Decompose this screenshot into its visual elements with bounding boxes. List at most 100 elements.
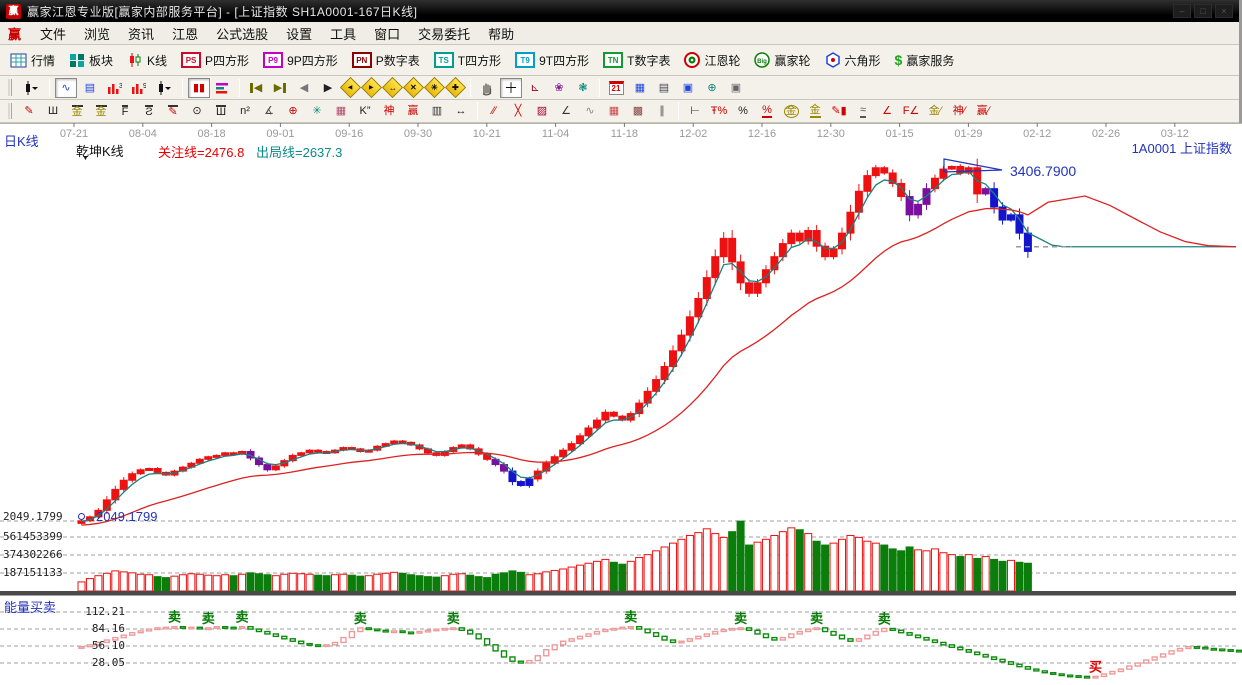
mini-chart-3-button[interactable]: 3 — [103, 78, 125, 98]
gold-comb2-tool-button[interactable]: 金 — [90, 101, 112, 121]
winner-service-button[interactable]: $ 赢家服务 — [889, 49, 961, 72]
ruler123-tool-button[interactable]: ▥ — [426, 101, 448, 121]
angle-tool-button[interactable]: ⊾ — [524, 78, 546, 98]
pattern-tool-button[interactable]: ▮▮ — [188, 77, 210, 98]
gann-flower-tool-button[interactable]: ❀ — [548, 78, 570, 98]
pen-comb-tool-button[interactable]: ✎ — [162, 101, 184, 121]
date-label: 01-29 — [954, 128, 983, 140]
calculator-button[interactable]: ▦ — [629, 78, 651, 98]
sectors-button[interactable]: 板块 — [63, 49, 119, 72]
9p-square-button[interactable]: P9 9P四方形 — [257, 49, 344, 72]
comb-plain-tool-button[interactable]: Ш — [210, 101, 232, 121]
scroll-right-diamond-button[interactable]: ▸ — [360, 76, 383, 99]
shen-angle-tool-button[interactable]: 神∕ — [948, 101, 970, 121]
gold-circle-tool-button[interactable]: 金 — [780, 101, 802, 121]
mini-chart-9-button[interactable]: 9 — [127, 78, 149, 98]
gold-line-tool-button[interactable]: 金 — [804, 101, 826, 121]
expand-diamond-button[interactable]: ✕ — [402, 76, 425, 99]
span-arrows-tool-button[interactable]: ↔ — [450, 101, 472, 121]
next-bar-button-button[interactable]: ▶ — [317, 78, 339, 98]
remote-pc-button[interactable]: ▣ — [725, 78, 747, 98]
percent-tool-button[interactable]: % — [732, 101, 754, 121]
grid-red-tool-button[interactable]: ▦ — [603, 101, 625, 121]
x-pattern-tool-button[interactable]: ╳ — [507, 101, 529, 121]
hexagon-button[interactable]: 六角形 — [819, 49, 887, 72]
menu-item-9[interactable]: 帮助 — [479, 22, 523, 45]
period-label[interactable]: 日K线 — [4, 131, 39, 150]
first-bar-button-button[interactable]: ◀ — [245, 78, 267, 98]
maximize-button[interactable]: □ — [1194, 4, 1212, 18]
close-button[interactable]: × — [1215, 4, 1233, 18]
menu-item-7[interactable]: 窗口 — [365, 22, 409, 45]
wave-band-tool-button[interactable]: ≈ — [852, 101, 874, 121]
chan-tool-button[interactable]: ∿ — [55, 77, 77, 98]
zigzag-tool-button[interactable]: ∿ — [579, 101, 601, 121]
gold-comb-tool-button[interactable]: 金 — [66, 101, 88, 121]
date-label: 11-04 — [541, 128, 570, 140]
last-bar-button-button[interactable]: ▶ — [269, 78, 291, 98]
ying-grid-tool-button[interactable]: 赢 — [402, 101, 424, 121]
menu-item-1[interactable]: 浏览 — [75, 22, 119, 45]
t-number-button[interactable]: TN T数字表 — [597, 49, 676, 72]
grid-comb-tool-button[interactable]: Ш — [42, 101, 64, 121]
gold-angle-tool-button[interactable]: 金∕ — [924, 101, 946, 121]
minimize-button[interactable]: – — [1173, 4, 1191, 18]
calendar-button[interactable]: 21 — [605, 78, 627, 98]
p-number-button[interactable]: PN P数字表 — [346, 49, 426, 72]
kline-button[interactable]: K线 — [121, 49, 173, 72]
shen-grid-tool-button[interactable]: 神 — [378, 101, 400, 121]
scroll-left-diamond-button[interactable]: ◂ — [339, 76, 362, 99]
ying-angle-tool-button[interactable]: 赢∕ — [972, 101, 994, 121]
menu-item-6[interactable]: 工具 — [321, 22, 365, 45]
menu-item-0[interactable]: 文件 — [31, 22, 75, 45]
menu-item-2[interactable]: 资讯 — [119, 22, 163, 45]
target-tool-button[interactable]: ⊕ — [282, 101, 304, 121]
formula-doc-button[interactable]: ▤ — [79, 78, 101, 98]
compress-diamond-button[interactable]: ↔ — [381, 76, 404, 99]
f-angle-tool-button[interactable]: F∠ — [900, 101, 922, 121]
s-percent-tool-button[interactable]: % — [756, 101, 778, 121]
p-square-button[interactable]: PS P四方形 — [175, 49, 255, 72]
menu-item-8[interactable]: 交易委托 — [409, 22, 479, 45]
k-quote-tool-button[interactable]: K” — [354, 101, 376, 121]
pen-tool-button[interactable]: ✎ — [18, 101, 40, 121]
save-button[interactable]: ▣ — [677, 78, 699, 98]
chart-canvas[interactable]: 卖 卖 卖 卖 卖 卖 卖 卖 卖买 — [0, 123, 1242, 685]
n2-grid-tool-button[interactable]: n² — [234, 101, 256, 121]
t-percent-tool-button[interactable]: Ŧ% — [708, 101, 730, 121]
cross-diamond-button[interactable]: ✚ — [444, 76, 467, 99]
menu-item-3[interactable]: 江恩 — [163, 22, 207, 45]
network-button[interactable]: ⊕ — [701, 78, 723, 98]
hand-tool-button[interactable] — [476, 78, 498, 98]
cycle-tool-button[interactable]: ⊙ — [186, 101, 208, 121]
prev-bar-button-button[interactable]: ◀ — [293, 78, 315, 98]
winner-wheel-button[interactable]: Big 赢家轮 — [748, 49, 816, 72]
period-selector-button[interactable] — [18, 78, 44, 98]
star-burst-tool-button[interactable]: ✳ — [306, 101, 328, 121]
menu-item-5[interactable]: 设置 — [277, 22, 321, 45]
t-square-button[interactable]: TS T四方形 — [428, 49, 507, 72]
angle-rule-tool-button[interactable]: ∡ — [258, 101, 280, 121]
notes-button[interactable]: ▤ — [653, 78, 675, 98]
quotes-button[interactable]: 行情 — [4, 49, 61, 72]
speed-line-tool-button[interactable]: ∠ — [555, 101, 577, 121]
pattern-knot-tool-button[interactable]: ❃ — [572, 78, 594, 98]
pen-candle-tool-button[interactable]: ✎▮ — [828, 101, 850, 121]
menu-item-4[interactable]: 公式选股 — [207, 22, 277, 45]
slash-lines-tool-button[interactable]: ∥ — [651, 101, 673, 121]
price-axis-tool-button[interactable]: ⊢ — [684, 101, 706, 121]
web-grid-tool-button[interactable]: ▦ — [330, 101, 352, 121]
fan-lines-tool-button[interactable]: ∕∕ — [483, 101, 505, 121]
crosshair-tool-button[interactable]: ＋ — [500, 77, 522, 98]
fan-box-tool-button[interactable]: ▨ — [531, 101, 553, 121]
curl-comb-tool-button[interactable]: Ƨ — [138, 101, 160, 121]
f-angle-tool-icon: F∠ — [902, 104, 920, 117]
grid-dark-tool-button[interactable]: ▩ — [627, 101, 649, 121]
profile-tool-button[interactable] — [212, 78, 234, 98]
rise-angle-tool-button[interactable]: ∠ — [876, 101, 898, 121]
star-diamond-button[interactable]: ✳ — [423, 76, 446, 99]
f-comb-tool-button[interactable]: F — [114, 101, 136, 121]
candle-style-button[interactable] — [151, 78, 177, 98]
gann-wheel-button[interactable]: 江恩轮 — [678, 49, 746, 72]
9t-square-button[interactable]: T9 9T四方形 — [509, 49, 595, 72]
